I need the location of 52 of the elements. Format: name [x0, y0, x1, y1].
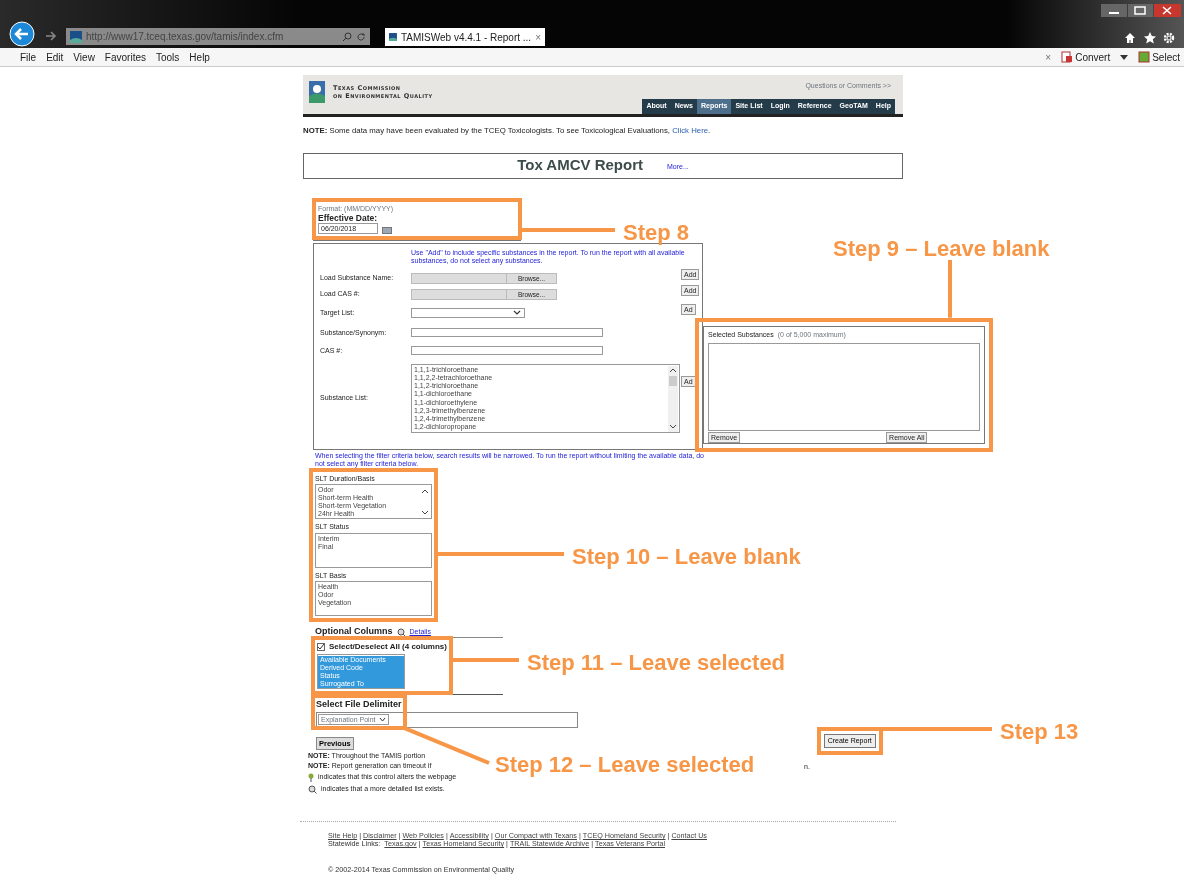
menu-item[interactable]: View	[73, 49, 95, 65]
caret-icon	[513, 309, 521, 316]
callout-label: Step 11 – Leave selected	[527, 649, 786, 677]
caret-icon	[379, 717, 387, 723]
window-controls-drawing[interactable]	[1101, 4, 1181, 18]
settings-icon[interactable]	[1163, 32, 1175, 44]
magnifier-icon[interactable]	[396, 628, 406, 638]
menu-item[interactable]: Tools	[156, 49, 180, 65]
callout-label: Step 12 – Leave selected	[495, 751, 755, 779]
logo-icon	[309, 81, 325, 103]
menu-item[interactable]: Help	[189, 49, 210, 65]
select-icon[interactable]	[1138, 51, 1151, 63]
select-all-checkbox[interactable]	[317, 643, 325, 652]
text-field[interactable]	[411, 346, 603, 356]
section-title: Select File Delimiter	[316, 699, 402, 711]
home-icon[interactable]	[1124, 32, 1136, 44]
site-favicon	[389, 31, 397, 43]
callout-label: Step 8	[623, 219, 690, 247]
check-icon	[318, 644, 324, 651]
menu-item[interactable]: Favorites	[104, 49, 146, 65]
search-icon[interactable]	[342, 31, 352, 42]
scrollbar-drawing[interactable]	[668, 365, 678, 432]
callout-line	[948, 260, 952, 318]
calendar-button[interactable]	[382, 226, 392, 234]
star-icon[interactable]	[1144, 32, 1156, 44]
section-title: Optional Columns	[315, 626, 393, 638]
selected-substances-list[interactable]	[708, 343, 980, 432]
report-title: Tox AMCV Report	[517, 155, 643, 176]
menu-item[interactable]: Edit	[46, 49, 64, 65]
tab-title: TAMISWeb v4.4.1 - Report ...	[400, 30, 532, 45]
convert-icon[interactable]	[1061, 51, 1074, 63]
callout-label: Step 10 – Leave blank	[572, 543, 801, 571]
browser-tab[interactable]: TAMISWeb v4.4.1 - Report ... ×	[385, 28, 545, 46]
target-list-dropdown[interactable]	[411, 307, 525, 318]
convert-button[interactable]: Convert	[1075, 49, 1111, 65]
text-field[interactable]	[411, 328, 603, 338]
magnifier-icon	[308, 784, 317, 794]
toolbar-close-button[interactable]: ×	[1045, 49, 1052, 65]
callout-frame	[816, 727, 883, 756]
refresh-icon[interactable]	[356, 31, 366, 42]
callout-label: Step 13	[1000, 718, 1079, 746]
date-label: Effective Date:	[318, 212, 378, 223]
menu-item[interactable]: File	[20, 49, 37, 65]
callout-line	[452, 658, 519, 662]
select-all-label: Select/Deselect All (4 columns)	[329, 642, 447, 653]
caret-icon[interactable]	[1120, 53, 1129, 61]
callout-label: Step 9 – Leave blank	[833, 235, 1050, 263]
site-favicon	[70, 30, 82, 43]
select-button[interactable]: Select	[1152, 49, 1180, 65]
tab-close-button[interactable]: ×	[535, 29, 541, 45]
forward-arrow-icon[interactable]	[44, 29, 58, 43]
pin-icon	[308, 772, 314, 782]
